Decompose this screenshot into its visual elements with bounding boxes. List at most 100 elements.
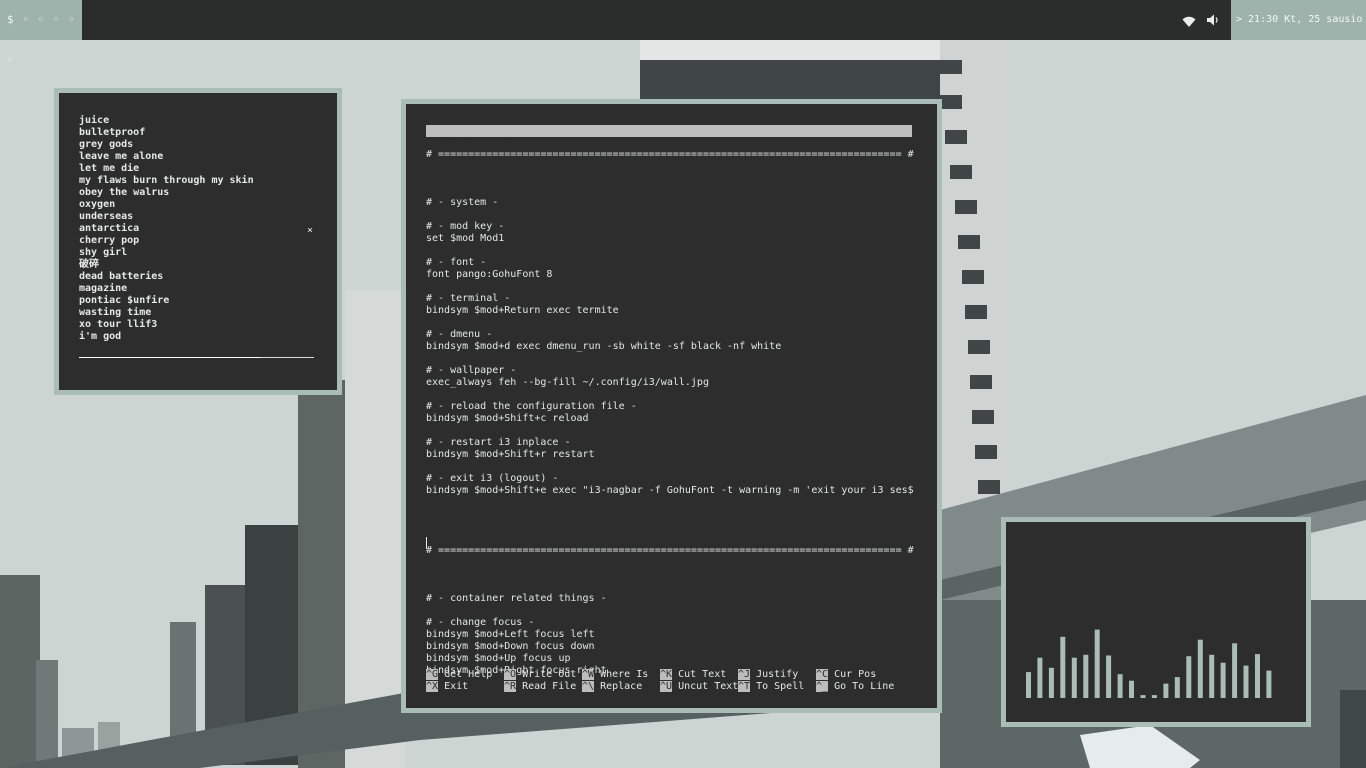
editor-line: # - exit i3 (logout) - bbox=[426, 473, 559, 484]
playlist-track[interactable]: antarctica bbox=[79, 223, 319, 235]
playlist-track[interactable]: bulletproof bbox=[79, 127, 319, 139]
shortcut-item: ^O Write Out bbox=[504, 669, 576, 681]
shortcut-label: Read File bbox=[522, 681, 577, 692]
editor-line: bindsym $mod+Shift+c reload bbox=[426, 413, 589, 424]
visualizer-window[interactable] bbox=[1001, 517, 1311, 727]
editor-line: # ======================================… bbox=[426, 149, 914, 160]
volume-icon[interactable] bbox=[1206, 12, 1220, 31]
shortcut-item: ^_ Go To Line bbox=[816, 681, 894, 693]
editor-line: # - terminal - bbox=[426, 293, 511, 304]
editor-line: # - wallpaper - bbox=[426, 365, 517, 376]
playback-progress[interactable] bbox=[79, 357, 314, 358]
shortcut-item: ^X Exit bbox=[426, 681, 468, 693]
playlist-track[interactable]: magazine bbox=[79, 283, 319, 295]
editor-line: set $mod Mod1 bbox=[426, 233, 505, 244]
editor-line: # - restart i3 inplace - bbox=[426, 437, 571, 448]
shortcut-key: ^T bbox=[738, 681, 751, 692]
playlist-track[interactable]: oxygen bbox=[79, 199, 319, 211]
shortcut-item: ^W Where Is bbox=[582, 669, 648, 681]
editor-line: bindsym $mod+Up focus up bbox=[426, 653, 571, 664]
visualizer-bar bbox=[1197, 639, 1203, 698]
editor-line: bindsym $mod+Return exec termite bbox=[426, 305, 619, 316]
shortcut-label: Cur Pos bbox=[834, 669, 877, 680]
visualizer-bars bbox=[1026, 629, 1272, 698]
shortcut-item: ^T To Spell bbox=[738, 681, 804, 693]
shortcut-item: ^J Justify bbox=[738, 669, 798, 681]
playlist-track[interactable]: obey the walrus bbox=[79, 187, 319, 199]
shortcut-key: ^G bbox=[426, 669, 439, 680]
playlist-track[interactable]: underseas bbox=[79, 211, 319, 223]
playlist-track[interactable]: leave me alone bbox=[79, 151, 319, 163]
visualizer-bar bbox=[1026, 672, 1031, 698]
editor-text-area[interactable]: # ======================================… bbox=[426, 149, 921, 677]
nano-version: GNU nano 2.8.6 bbox=[438, 137, 523, 148]
playlist-track[interactable]: my flaws burn through my skin bbox=[79, 175, 319, 187]
shortcut-key: ^X bbox=[426, 681, 439, 692]
shortcut-key: ^O bbox=[504, 669, 517, 680]
playlist-track[interactable]: juice bbox=[79, 115, 319, 127]
shortcut-item: ^U Uncut Text bbox=[660, 681, 738, 693]
visualizer-bar bbox=[1083, 654, 1089, 698]
shortcut-label: Write Out bbox=[522, 669, 577, 680]
playback-progress-fill bbox=[79, 357, 260, 358]
playlist-track[interactable]: dead batteries bbox=[79, 271, 319, 283]
visualizer-bar bbox=[1071, 657, 1077, 698]
visualizer-bar bbox=[1232, 643, 1238, 698]
workspace-indicator[interactable]: $ ◦ ◦ ◦ ◦ ◦ bbox=[0, 0, 82, 66]
playlist-track[interactable]: i'm god bbox=[79, 331, 319, 343]
shortcut-key: ^K bbox=[660, 669, 673, 680]
editor-line: # - change focus - bbox=[426, 617, 535, 628]
text-cursor bbox=[426, 537, 427, 549]
shortcut-item: ^C Cur Pos bbox=[816, 669, 876, 681]
visualizer-bar bbox=[1255, 654, 1260, 698]
playlist-track[interactable]: let me die bbox=[79, 163, 319, 175]
playlist-track[interactable]: cherry pop bbox=[79, 235, 319, 247]
editor-line: font pango:GohuFont 8 bbox=[426, 269, 553, 280]
editor-line: # - dmenu - bbox=[426, 329, 493, 340]
visualizer-bar bbox=[1174, 677, 1180, 698]
playlist-track[interactable]: xo tour llif3 bbox=[79, 319, 319, 331]
playlist-track[interactable]: pontiac $unfire bbox=[79, 295, 319, 307]
visualizer-bar bbox=[1106, 655, 1112, 698]
playlist-track[interactable]: wasting time bbox=[79, 307, 319, 319]
shortcut-label: Exit bbox=[444, 681, 469, 692]
visualizer-bar bbox=[1220, 662, 1226, 698]
status-bar: $ ◦ ◦ ◦ ◦ ◦ > 21:30 Kt, 25 sausio bbox=[0, 0, 1366, 66]
close-icon[interactable]: × bbox=[307, 225, 313, 236]
shortcut-key: ^J bbox=[738, 669, 751, 680]
editor-line: bindsym $mod+Shift+e exec "i3-nagbar -f … bbox=[426, 485, 914, 496]
editor-line: bindsym $mod+Shift+r restart bbox=[426, 449, 595, 460]
shortcut-label: Justify bbox=[756, 669, 799, 680]
playlist-track[interactable]: 破碎 bbox=[79, 259, 319, 271]
shortcut-item: ^K Cut Text bbox=[660, 669, 726, 681]
shortcut-key: ^W bbox=[582, 669, 595, 680]
visualizer-bar bbox=[1129, 680, 1134, 698]
playlist-track[interactable]: shy girl bbox=[79, 247, 319, 259]
playlist-track[interactable]: grey gods bbox=[79, 139, 319, 151]
editor-line: # - font - bbox=[426, 257, 487, 268]
shortcut-label: Where Is bbox=[600, 669, 649, 680]
editor-line: # - system - bbox=[426, 197, 499, 208]
editor-line: # - reload the configuration file - bbox=[426, 401, 637, 412]
wifi-icon[interactable] bbox=[1182, 13, 1196, 32]
editor-line: exec_always feh --bg-fill ~/.config/i3/w… bbox=[426, 377, 709, 388]
editor-line: bindsym $mod+d exec dmenu_run -sb white … bbox=[426, 341, 782, 352]
playlist-window[interactable]: juice bulletproof grey gods leave me alone l… bbox=[54, 88, 342, 395]
terminal-window[interactable]: GNU nano 2.8.6 File: .config/i3/config #… bbox=[401, 99, 942, 713]
editor-line: bindsym $mod+Left focus left bbox=[426, 629, 595, 640]
track-list: juice bulletproof grey gods leave me alone l… bbox=[79, 115, 319, 343]
nano-title-bar: GNU nano 2.8.6 File: .config/i3/config bbox=[426, 125, 912, 160]
